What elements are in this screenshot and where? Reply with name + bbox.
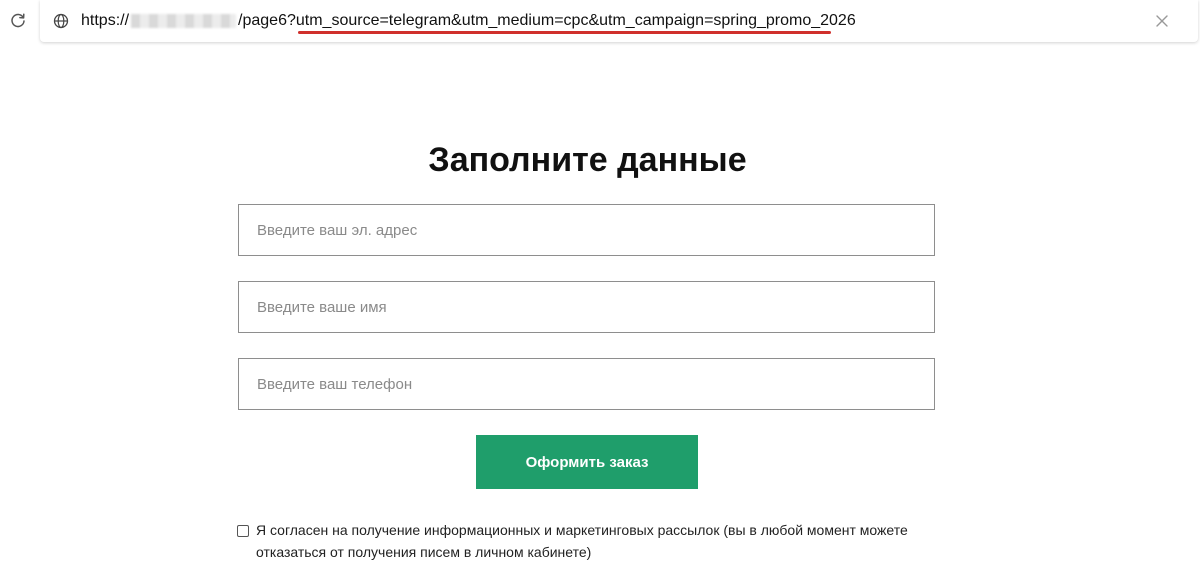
browser-toolbar: https:// /page6?utm_source=telegram&utm_…: [0, 0, 1200, 44]
url-text[interactable]: https:// /page6?utm_source=telegram&utm_…: [81, 11, 856, 31]
consent-text-line1: Я согласен на получение информационных и…: [256, 522, 908, 538]
consent-checkbox[interactable]: [237, 525, 249, 537]
url-scheme: https://: [81, 12, 130, 29]
close-icon[interactable]: [1154, 13, 1170, 29]
url-utm-underline: [298, 31, 831, 34]
phone-field[interactable]: [238, 358, 935, 410]
consent-text-line2: отказаться от получения писем в личном к…: [256, 544, 592, 560]
name-field[interactable]: [238, 281, 935, 333]
consent-label: Я согласен на получение информационных и…: [256, 519, 916, 563]
address-bar[interactable]: https:// /page6?utm_source=telegram&utm_…: [40, 0, 1198, 42]
submit-order-button[interactable]: Оформить заказ: [476, 435, 698, 489]
reload-icon: [11, 13, 25, 28]
url-path: /page6?utm_source=telegram&utm_medium=cp…: [238, 12, 856, 29]
url-domain-redacted: [131, 14, 237, 28]
form-title: Заполните данные: [428, 141, 747, 179]
globe-icon: [53, 13, 69, 29]
page: https:// /page6?utm_source=telegram&utm_…: [0, 0, 1200, 585]
reload-button[interactable]: [8, 11, 28, 31]
email-field[interactable]: [238, 204, 935, 256]
